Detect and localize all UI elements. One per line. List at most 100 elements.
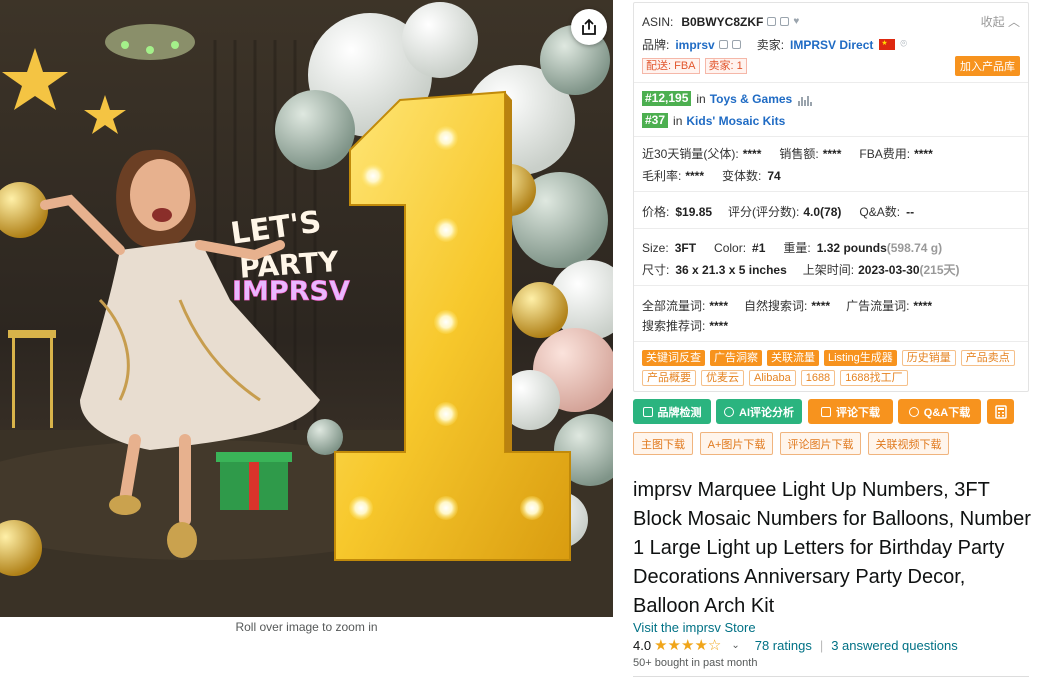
location-icon[interactable]: ⌾ <box>900 38 907 51</box>
star-rating[interactable]: ★ ★ ★ ★ ☆ <box>654 638 721 653</box>
traffic-all-label: 全部流量词: <box>642 299 706 313</box>
traffic-ad-label: 广告流量词: <box>846 299 910 313</box>
rank-category-link-2[interactable]: Kids' Mosaic Kits <box>686 114 785 128</box>
ai-review-button[interactable]: AI评论分析 <box>716 399 802 424</box>
variants-label: 变体数: <box>722 169 762 183</box>
variants-value: 74 <box>767 168 781 183</box>
share-icon <box>582 18 596 35</box>
brand-label: 品牌: <box>642 38 670 52</box>
qa-count-label: Q&A数: <box>859 205 901 219</box>
related-video-download-button[interactable]: 关联视频下载 <box>868 432 949 455</box>
open-brand-icon[interactable] <box>731 40 741 49</box>
divider <box>634 228 1028 229</box>
star-filled-icon: ★ <box>694 637 708 654</box>
copy-icon[interactable] <box>767 17 777 26</box>
score-value: 4.0(78) <box>803 204 842 219</box>
comment-icon <box>821 406 831 417</box>
seller-count-tag: 卖家: 1 <box>704 58 747 74</box>
fba-tag: 配送: FBA <box>642 58 700 74</box>
rank-badge-1: #12,195 <box>642 91 692 106</box>
checkbox-icon <box>642 406 653 417</box>
rank-in-2: in <box>673 113 683 128</box>
dims-value: 36 x 21.3 x 5 inches <box>675 262 787 277</box>
answered-questions-link[interactable]: 3 answered questions <box>831 638 957 653</box>
question-icon <box>908 406 919 417</box>
price-label: 价格: <box>642 205 670 219</box>
pie-chart-icon <box>724 406 734 417</box>
tool-selling-points[interactable]: 产品卖点 <box>960 350 1015 366</box>
china-flag-icon: ★ <box>879 39 896 50</box>
divider <box>634 285 1028 286</box>
chevron-up-icon: ︿ <box>1007 15 1020 29</box>
calculator-icon <box>994 404 1007 419</box>
asin-label: ASIN: <box>642 14 674 29</box>
rank-row-1: #12,195 in Toys & Games <box>642 91 1020 106</box>
price-value: $19.85 <box>675 204 713 219</box>
divider <box>634 191 1028 192</box>
copy-alt-icon[interactable] <box>780 17 790 26</box>
tool-1688[interactable]: 1688 <box>800 370 836 386</box>
tool-1688-factory[interactable]: 1688找工厂 <box>840 370 908 386</box>
weight-grams: (598.74 g) <box>886 240 943 255</box>
bought-past-month: 50+ bought in past month <box>633 657 758 669</box>
traffic-ad-value: **** <box>913 298 933 313</box>
collapse-toggle[interactable]: 收起 ︿ <box>981 13 1020 30</box>
tool-keyword-reverse[interactable]: 关键词反查 <box>642 350 705 366</box>
review-download-label: 评论下载 <box>836 406 880 419</box>
listed-value: 2023-03-30 <box>858 262 920 277</box>
add-to-library-button[interactable]: 加入产品库 <box>955 56 1020 76</box>
brand-check-button[interactable]: 品牌检测 <box>633 399 711 424</box>
revenue-value: **** <box>822 146 842 161</box>
search-rec-value: **** <box>709 318 729 333</box>
qa-download-label: Q&A下载 <box>923 406 971 419</box>
rank-badge-2: #37 <box>642 113 669 128</box>
revenue-label: 销售额: <box>779 147 819 161</box>
review-download-button[interactable]: 评论下载 <box>808 399 893 424</box>
search-rec-row: 搜索推荐词: **** <box>642 317 1020 334</box>
tool-alibaba[interactable]: Alibaba <box>749 370 796 386</box>
asin-value[interactable]: B0BWYC8ZKF <box>681 15 763 29</box>
tool-product-summary[interactable]: 产品概要 <box>642 370 696 386</box>
margin-value: **** <box>685 168 705 183</box>
size-value: 3FT <box>674 240 697 255</box>
tool-ad-insight[interactable]: 广告洞察 <box>710 350 762 366</box>
separator: | <box>819 638 824 653</box>
calculator-button[interactable] <box>987 399 1014 424</box>
sales-row: 近30天销量(父体): **** 销售额: **** FBA费用: **** <box>642 145 1020 162</box>
divider <box>633 676 1029 677</box>
star-filled-icon: ★ <box>667 637 681 654</box>
main-image-download-button[interactable]: 主图下载 <box>633 432 693 455</box>
qa-count-value: -- <box>906 204 915 219</box>
tool-youmai-cloud[interactable]: 优麦云 <box>701 370 744 386</box>
tool-sales-history[interactable]: 历史销量 <box>901 350 956 366</box>
rating-value: 4.0 <box>633 638 652 653</box>
rank-category-link-1[interactable]: Toys & Games <box>710 92 792 106</box>
brand-link[interactable]: imprsv <box>675 38 714 52</box>
dims-label: 尺寸: <box>642 263 670 277</box>
tool-related-traffic[interactable]: 关联流量 <box>767 350 819 366</box>
rank-row-2: #37 in Kids' Mosaic Kits <box>642 113 1020 128</box>
aplus-image-download-button[interactable]: A+图片下载 <box>700 432 773 455</box>
tool-listing-generator[interactable]: Listing生成器 <box>824 350 897 366</box>
chevron-down-icon[interactable]: ⌄ <box>731 640 739 651</box>
search-rec-label: 搜索推荐词: <box>642 319 706 333</box>
ratings-count-link[interactable]: 78 ratings <box>755 638 812 653</box>
product-main-image[interactable]: LET'S PARTY IMPRSV <box>0 0 613 617</box>
spec-row: Size: 3FT Color: #1 重量: 1.32 pounds (598… <box>642 239 1020 256</box>
seller-link[interactable]: IMPRSV Direct <box>790 38 873 52</box>
qa-download-button[interactable]: Q&A下载 <box>898 399 981 424</box>
price-row: 价格: $19.85 评分(评分数): 4.0(78) Q&A数: -- <box>642 203 1020 220</box>
store-link[interactable]: Visit the imprsv Store <box>633 620 756 635</box>
share-button[interactable] <box>571 9 607 45</box>
score-label: 评分(评分数): <box>728 205 800 219</box>
star-filled-icon: ★ <box>654 637 668 654</box>
copy-brand-icon[interactable] <box>718 40 728 49</box>
review-image-download-button[interactable]: 评论图片下载 <box>780 432 861 455</box>
star-filled-icon: ★ <box>680 637 695 654</box>
color-value: #1 <box>752 240 766 255</box>
fba-fee-label: FBA费用: <box>859 147 911 161</box>
traffic-all-value: **** <box>709 298 729 313</box>
rank-trend-icon[interactable] <box>798 92 813 106</box>
product-image-illustration: LET'S PARTY IMPRSV <box>0 0 613 617</box>
favorite-heart-icon[interactable]: ♥ <box>793 16 799 27</box>
